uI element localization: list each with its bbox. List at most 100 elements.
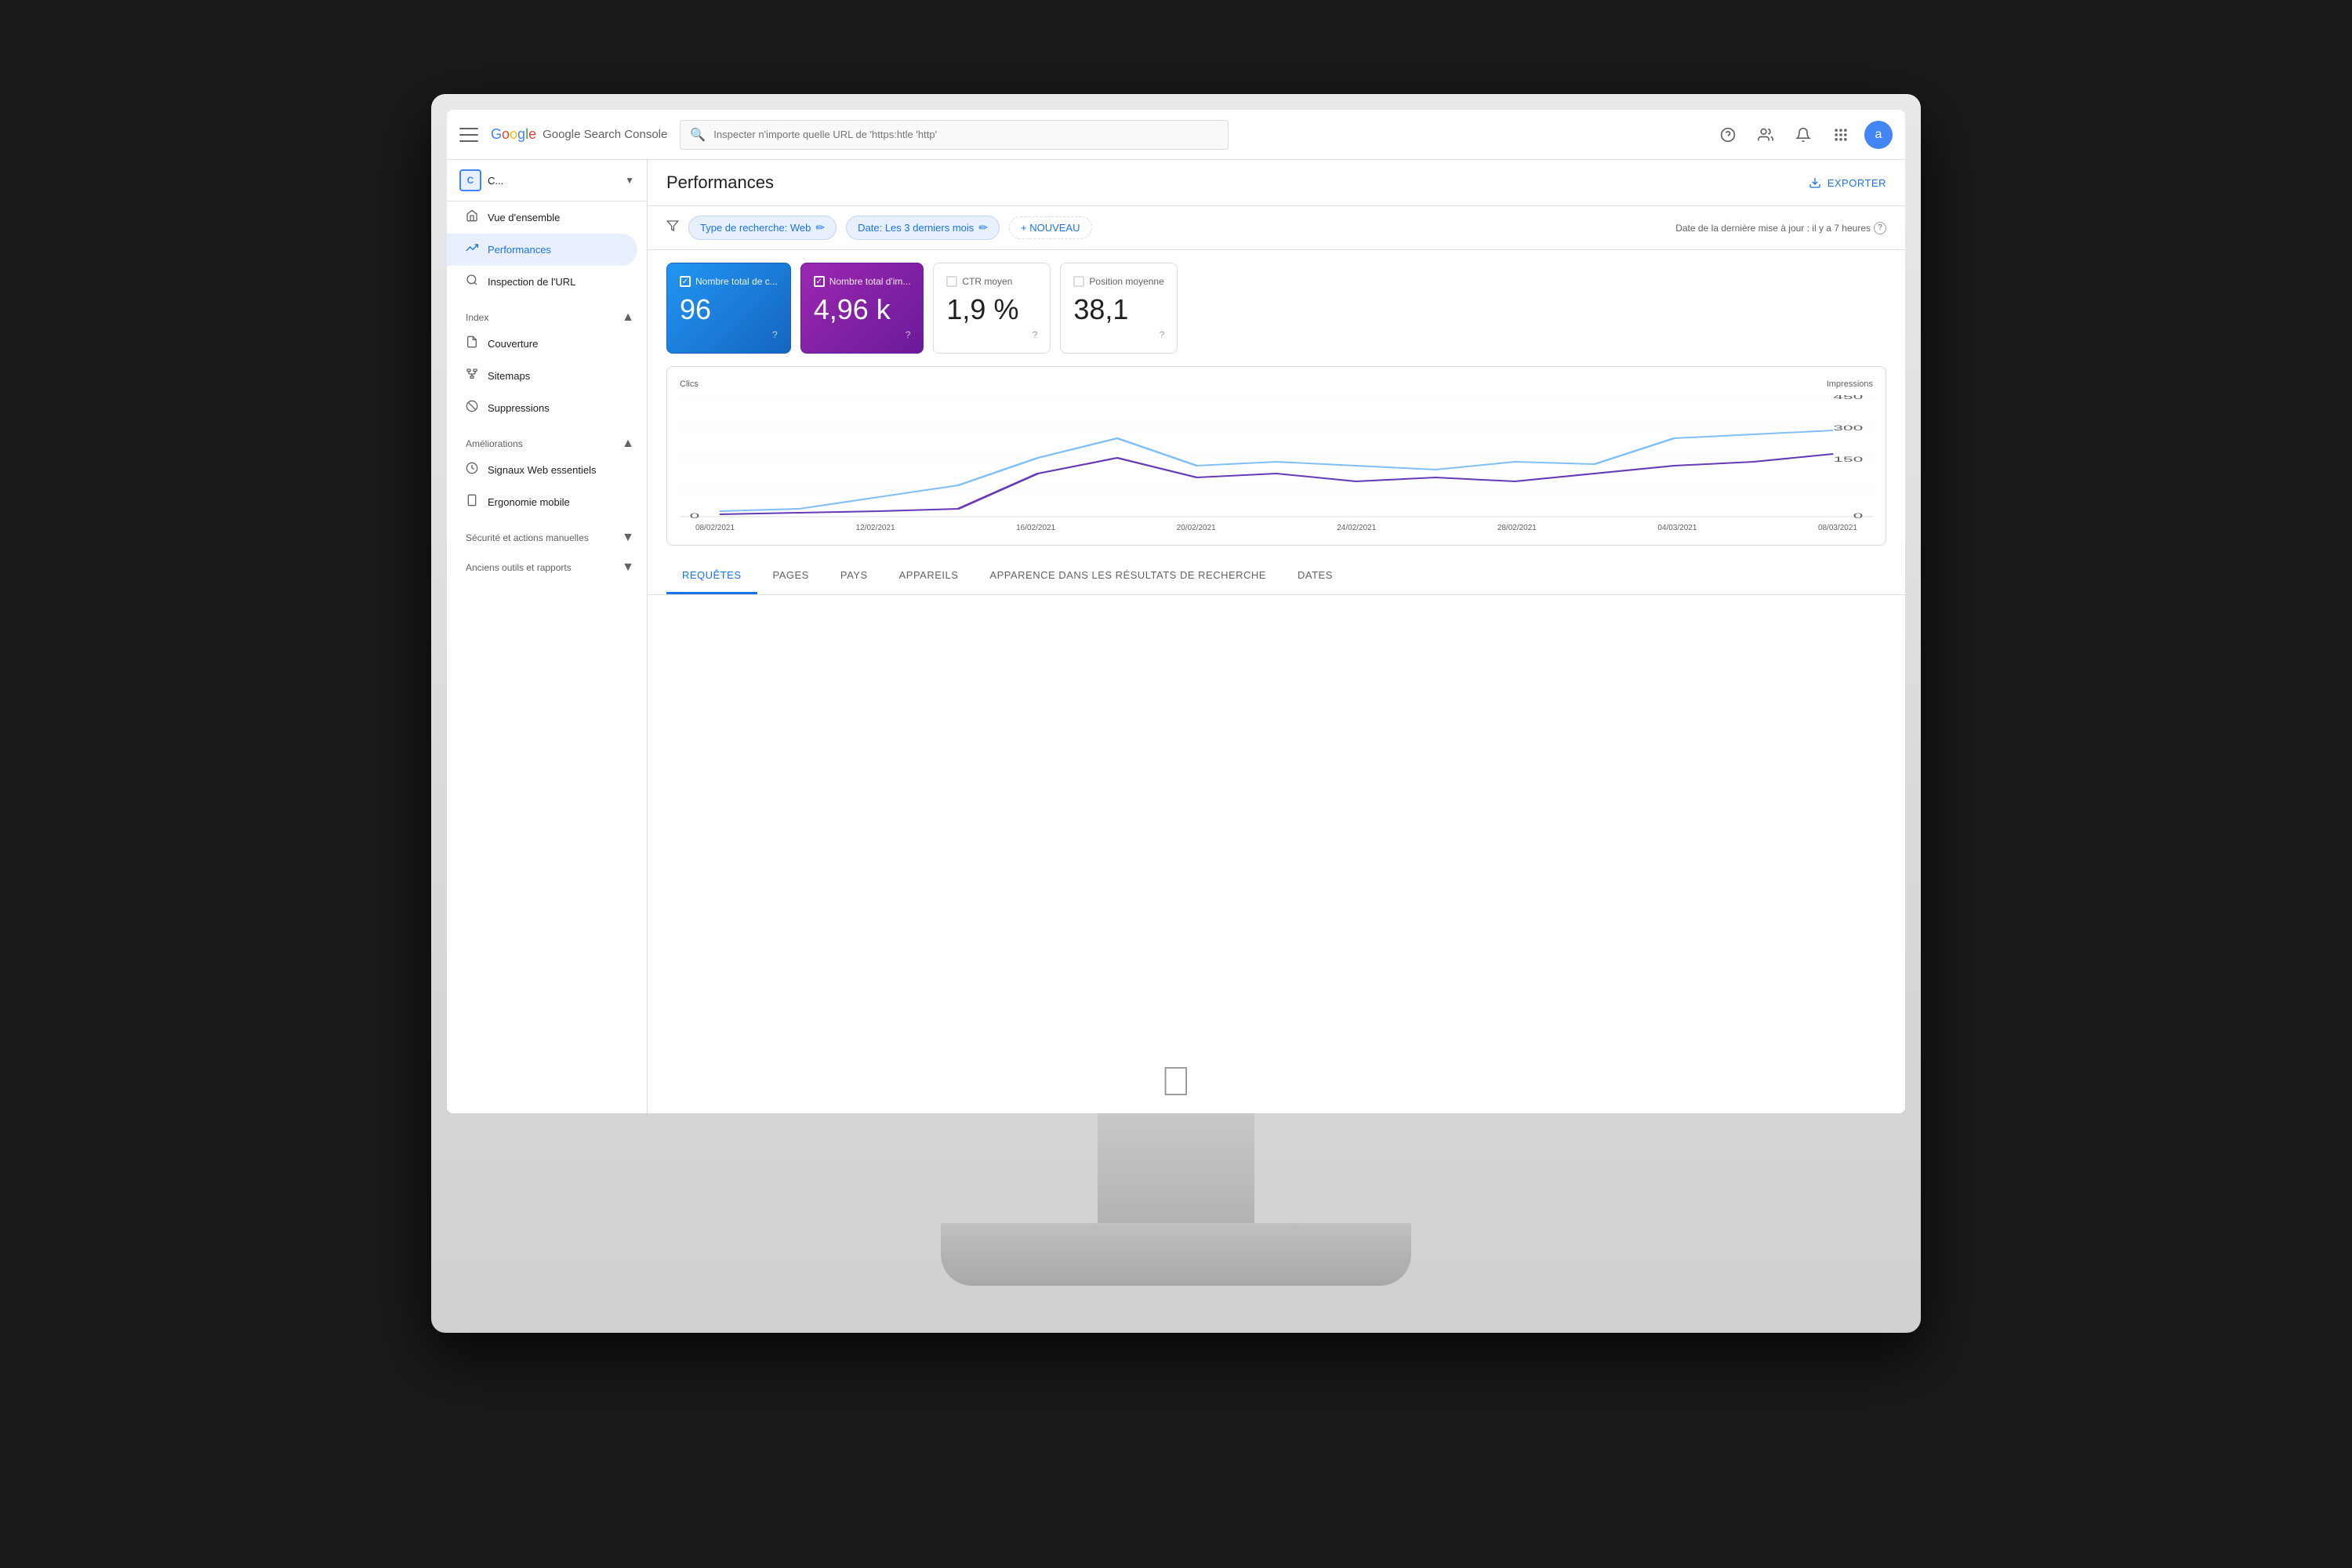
sidebar-label-ergonomie: Ergonomie mobile (488, 496, 570, 508)
metric-card-impressions[interactable]: Nombre total d'im... 4,96 k ? (800, 263, 924, 354)
apps-button[interactable] (1827, 121, 1855, 149)
svg-text:0: 0 (1853, 512, 1864, 520)
svg-text:300: 300 (1833, 424, 1863, 432)
edit-filter-date-icon: ✏ (978, 221, 988, 234)
new-filter-button[interactable]: + NOUVEAU (1009, 216, 1092, 239)
tab-dates[interactable]: DATES (1282, 558, 1348, 594)
apple-logo:  (1161, 1058, 1192, 1105)
sitemap-icon (466, 368, 478, 384)
svg-text:150: 150 (1833, 456, 1863, 463)
main-content: Performances EXPORTER (648, 160, 1905, 1113)
info-icon[interactable]: ? (1874, 222, 1886, 234)
sidebar-item-performances[interactable]: Performances (447, 234, 637, 266)
accounts-button[interactable] (1751, 121, 1780, 149)
chart-area: 450 300 150 0 0 (680, 395, 1873, 521)
sidebar-item-ergonomie[interactable]: Ergonomie mobile (447, 486, 637, 518)
svg-text:0: 0 (690, 512, 700, 520)
tab-pays[interactable]: PAYS (825, 558, 884, 594)
sidebar: C C... ▼ Vue d'ensemble (447, 160, 648, 1113)
monitor-shell: Google Google Search Console 🔍 (431, 94, 1921, 1333)
date-filter-label: Date: Les 3 derniers mois (858, 222, 974, 234)
tabs-list: REQUÊTES PAGES PAYS APPAREILS APPARENCE … (666, 558, 1886, 594)
tab-appareils[interactable]: APPAREILS (884, 558, 975, 594)
metric-info-ctr[interactable]: ? (1033, 329, 1038, 340)
search-input[interactable] (713, 129, 1218, 140)
sidebar-item-signaux-web[interactable]: Signaux Web essentiels (447, 454, 637, 486)
monitor-stand-neck (1098, 1113, 1254, 1239)
chart-container: Clics Impressions (666, 366, 1886, 546)
type-filter-chip[interactable]: Type de recherche: Web ✏ (688, 216, 837, 240)
notifications-button[interactable] (1789, 121, 1817, 149)
main-header: Performances EXPORTER (648, 160, 1905, 206)
sidebar-item-sitemaps[interactable]: Sitemaps (447, 360, 637, 392)
sidebar-section-index[interactable]: Index ▲ (447, 304, 647, 328)
sidebar-label-sitemaps: Sitemaps (488, 370, 530, 382)
hamburger-menu[interactable] (459, 128, 478, 142)
x-label-7: 04/03/2021 (1657, 524, 1697, 532)
metric-card-clics[interactable]: Nombre total de c... 96 ? (666, 263, 791, 354)
anciens-outils-section-label: Anciens outils et rapports (466, 562, 572, 573)
metric-value-impressions: 4,96 k (814, 293, 911, 326)
x-label-4: 20/02/2021 (1177, 524, 1216, 532)
anciens-outils-chevron-icon: ▼ (622, 561, 634, 575)
securite-section-label: Sécurité et actions manuelles (466, 532, 589, 543)
date-filter-chip[interactable]: Date: Les 3 derniers mois ✏ (846, 216, 1000, 240)
sidebar-label-couverture: Couverture (488, 338, 538, 350)
metric-card-position[interactable]: Position moyenne 38,1 ? (1060, 263, 1178, 354)
sidebar-item-couverture[interactable]: Couverture (447, 328, 637, 360)
sidebar-section-anciens-outils[interactable]: Anciens outils et rapports ▼ (447, 554, 647, 578)
last-update-text: Date de la dernière mise à jour : il y a… (1675, 223, 1871, 234)
screen-bezel: Google Google Search Console 🔍 (447, 110, 1905, 1113)
x-label-3: 16/02/2021 (1016, 524, 1055, 532)
sidebar-item-url-inspection[interactable]: Inspection de l'URL (447, 266, 637, 298)
metric-checkbox-ctr (946, 276, 957, 287)
metric-checkbox-impressions (814, 276, 825, 287)
gsc-app: Google Google Search Console 🔍 (447, 110, 1905, 1113)
metric-value-clics: 96 (680, 293, 778, 326)
sidebar-section-securite[interactable]: Sécurité et actions manuelles ▼ (447, 524, 647, 548)
sidebar-section-ameliorations[interactable]: Améliorations ▲ (447, 430, 647, 454)
x-label-2: 12/02/2021 (856, 524, 895, 532)
sidebar-label-suppressions: Suppressions (488, 402, 550, 414)
dropdown-arrow-icon: ▼ (625, 175, 634, 186)
x-label-6: 28/02/2021 (1497, 524, 1537, 532)
sidebar-label-signaux-web: Signaux Web essentiels (488, 464, 597, 476)
metric-label-impressions: Nombre total d'im... (829, 276, 911, 287)
core-web-vitals-icon (466, 462, 478, 478)
tab-apparence[interactable]: APPARENCE DANS LES RÉSULTATS DE RECHERCH… (974, 558, 1282, 594)
avatar-button[interactable]: a (1864, 121, 1893, 149)
tabs-container: REQUÊTES PAGES PAYS APPAREILS APPARENCE … (648, 558, 1905, 595)
chart-label-impressions: Impressions (1827, 379, 1873, 389)
chart-labels: Clics Impressions (680, 379, 1873, 389)
block-icon (466, 400, 478, 416)
gsc-logo: Google Google Search Console (491, 126, 667, 143)
sidebar-item-suppressions[interactable]: Suppressions (447, 392, 637, 424)
export-button[interactable]: EXPORTER (1809, 176, 1886, 189)
topbar-icons: a (1714, 121, 1893, 149)
metric-card-ctr[interactable]: CTR moyen 1,9 % ? (933, 263, 1051, 354)
chart-icon (466, 241, 478, 258)
chart-x-axis: 08/02/2021 12/02/2021 16/02/2021 20/02/2… (680, 524, 1873, 532)
x-label-8: 08/03/2021 (1818, 524, 1857, 532)
help-button[interactable] (1714, 121, 1742, 149)
metric-info-position[interactable]: ? (1160, 329, 1165, 340)
filter-icon (666, 220, 679, 236)
site-selector[interactable]: C C... ▼ (447, 160, 647, 201)
metric-info-clics[interactable]: ? (772, 329, 778, 340)
edit-icon: ✏ (815, 221, 825, 234)
sidebar-item-overview[interactable]: Vue d'ensemble (447, 201, 637, 234)
search-bar[interactable]: 🔍 (680, 120, 1229, 150)
clics-line (720, 454, 1834, 514)
tab-pages[interactable]: PAGES (757, 558, 825, 594)
securite-chevron-icon: ▼ (622, 531, 634, 545)
ameliorations-chevron-icon: ▲ (622, 437, 634, 451)
tab-requetes[interactable]: REQUÊTES (666, 558, 757, 594)
gsc-body: C C... ▼ Vue d'ensemble (447, 160, 1905, 1113)
mobile-icon (466, 494, 478, 510)
site-icon: C (459, 169, 481, 191)
page-title: Performances (666, 172, 774, 193)
search-nav-icon (466, 274, 478, 290)
metrics-container: Nombre total de c... 96 ? Nombre total d… (648, 250, 1905, 354)
export-label: EXPORTER (1828, 177, 1886, 189)
metric-info-impressions[interactable]: ? (906, 329, 911, 340)
